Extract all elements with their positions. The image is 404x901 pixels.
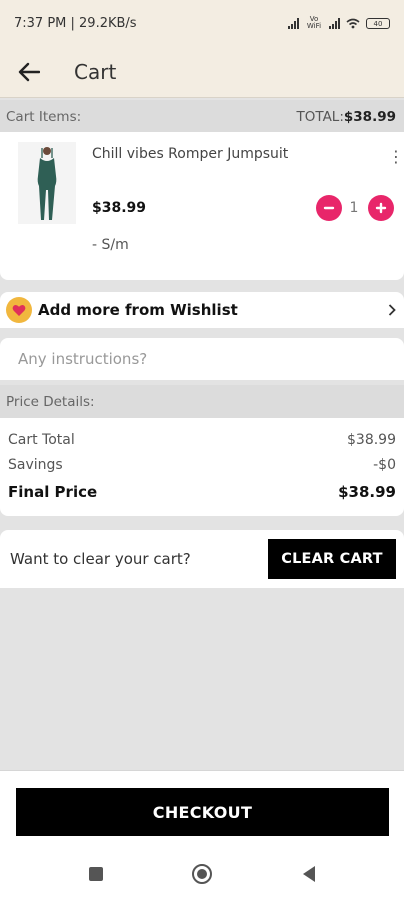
price-details-header: Price Details: bbox=[0, 385, 404, 419]
battery-icon: 40 bbox=[366, 17, 390, 29]
cart-items-label: Cart Items: bbox=[6, 109, 82, 125]
checkout-button[interactable]: CHECKOUT bbox=[16, 788, 389, 836]
price-row-cart-total: Cart Total $38.99 bbox=[8, 432, 396, 448]
product-image[interactable] bbox=[18, 142, 76, 224]
price-details-label: Price Details: bbox=[6, 394, 95, 410]
clear-cart-row: Want to clear your cart? CLEAR CART bbox=[0, 530, 404, 588]
chevron-right-icon bbox=[388, 301, 396, 320]
more-vert-icon[interactable]: ⋮ bbox=[388, 147, 404, 166]
cart-items-header: Cart Items: TOTAL:$38.99 bbox=[0, 100, 404, 134]
back-triangle-icon[interactable] bbox=[301, 865, 317, 887]
home-circle-icon[interactable] bbox=[191, 863, 213, 889]
clear-cart-button[interactable]: CLEAR CART bbox=[268, 539, 396, 579]
network-type: Vo WiFi bbox=[306, 15, 322, 30]
quantity-value: 1 bbox=[349, 200, 359, 216]
status-time: 7:37 PM | 29.2KB/s bbox=[14, 15, 137, 31]
price-row-final: Final Price $38.99 bbox=[8, 483, 396, 501]
system-navigation-bar bbox=[0, 852, 404, 900]
signal-icon bbox=[288, 17, 299, 29]
back-button[interactable] bbox=[0, 46, 58, 98]
total-label: TOTAL: bbox=[296, 109, 344, 125]
plus-icon bbox=[375, 202, 387, 214]
final-price-value: $38.99 bbox=[338, 483, 396, 501]
wifi-icon bbox=[346, 18, 360, 28]
price-row-label: Savings bbox=[8, 457, 63, 473]
product-name[interactable]: Chill vibes Romper Jumpsuit bbox=[92, 146, 288, 162]
price-details-card: Cart Total $38.99 Savings -$0 Final Pric… bbox=[0, 418, 404, 516]
increase-quantity-button[interactable] bbox=[368, 195, 394, 221]
instructions-box bbox=[0, 338, 404, 380]
add-from-wishlist-row[interactable]: Add more from Wishlist bbox=[0, 292, 404, 328]
app-bar: Cart bbox=[0, 46, 404, 98]
status-bar: 7:37 PM | 29.2KB/s Vo WiFi 40 bbox=[0, 0, 404, 46]
signal-icon-2 bbox=[329, 17, 340, 29]
price-row-savings: Savings -$0 bbox=[8, 457, 396, 473]
price-row-label: Cart Total bbox=[8, 432, 75, 448]
recents-square-icon[interactable] bbox=[88, 866, 104, 886]
decrease-quantity-button[interactable] bbox=[316, 195, 342, 221]
product-size: - S/m bbox=[92, 237, 129, 253]
arrow-left-icon bbox=[18, 62, 40, 81]
product-price: $38.99 bbox=[92, 200, 147, 216]
final-price-label: Final Price bbox=[8, 483, 98, 501]
price-row-value: -$0 bbox=[373, 457, 396, 473]
wishlist-label: Add more from Wishlist bbox=[38, 301, 238, 319]
heart-icon bbox=[6, 297, 32, 323]
minus-icon bbox=[323, 206, 335, 210]
clear-cart-prompt: Want to clear your cart? bbox=[10, 550, 191, 568]
instructions-input[interactable] bbox=[16, 349, 380, 369]
page-title: Cart bbox=[74, 59, 117, 84]
cart-total-summary: TOTAL:$38.99 bbox=[297, 109, 397, 125]
price-row-value: $38.99 bbox=[347, 432, 396, 448]
status-icons: Vo WiFi 40 bbox=[288, 16, 390, 30]
total-value: $38.99 bbox=[343, 109, 396, 125]
